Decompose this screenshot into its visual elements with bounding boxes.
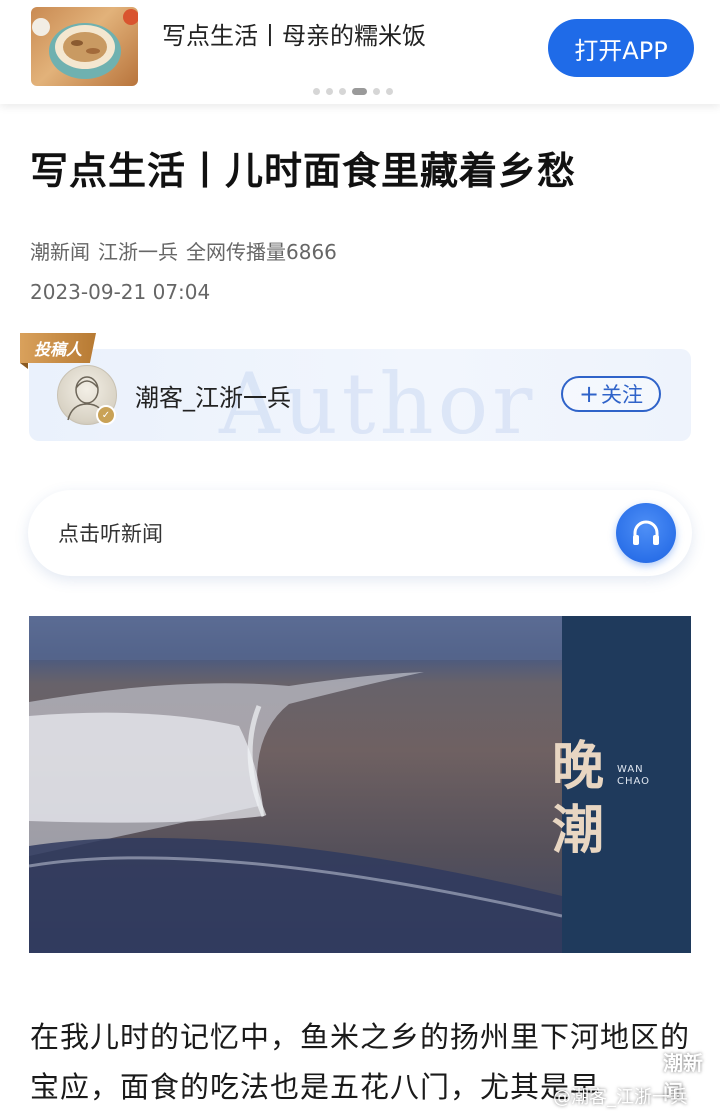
brand-latin-wan: WAN xyxy=(617,764,644,775)
carousel-dot[interactable] xyxy=(386,88,393,95)
tidal-bore-photo xyxy=(29,616,563,953)
carousel-dot[interactable] xyxy=(326,88,333,95)
chaoxinwen-logo-icon xyxy=(625,1049,661,1083)
reach-count: 全网传播量6866 xyxy=(186,240,337,264)
author-label[interactable]: 江浙一兵 xyxy=(98,240,178,264)
carousel-dot[interactable] xyxy=(373,88,380,95)
plus-icon: + xyxy=(578,380,600,408)
image-watermark: 潮新闻 @潮客_江浙一兵 xyxy=(553,1045,713,1110)
app-promo-banner[interactable]: 写点生活丨母亲的糯米饭 打开APP xyxy=(0,0,720,104)
banner-thumbnail[interactable] xyxy=(31,7,138,86)
banner-title[interactable]: 写点生活丨母亲的糯米饭 xyxy=(162,16,426,51)
contributor-tag-fold xyxy=(20,363,28,369)
article-title: 写点生活丨儿时面食里藏着乡愁 xyxy=(30,149,577,193)
headphones-icon xyxy=(633,520,659,545)
headphones-button[interactable] xyxy=(616,503,676,563)
listen-news-label[interactable]: 点击听新闻 xyxy=(58,518,163,548)
brand-char-chao: 潮 xyxy=(552,800,605,861)
carousel-indicator xyxy=(313,88,393,95)
follow-button[interactable]: + 关注 xyxy=(561,376,661,412)
watermark-handle: @潮客_江浙一兵 xyxy=(553,1087,688,1108)
open-app-button[interactable]: 打开APP xyxy=(548,19,694,77)
carousel-dot[interactable] xyxy=(313,88,320,95)
article-meta: 潮新闻 江浙一兵 全网传播量6866 xyxy=(30,236,337,265)
verified-badge-icon: ✓ xyxy=(96,405,116,425)
author-name[interactable]: 潮客_江浙一兵 xyxy=(135,378,291,413)
follow-label: 关注 xyxy=(601,383,644,407)
source-label[interactable]: 潮新闻 xyxy=(30,240,90,264)
carousel-dot-active[interactable] xyxy=(352,88,367,95)
carousel-dot[interactable] xyxy=(339,88,346,95)
publish-date: 2023-09-21 07:04 xyxy=(30,280,211,304)
contributor-tag: 投稿人 xyxy=(20,333,96,363)
brand-latin-chao: CHAO xyxy=(617,776,651,787)
